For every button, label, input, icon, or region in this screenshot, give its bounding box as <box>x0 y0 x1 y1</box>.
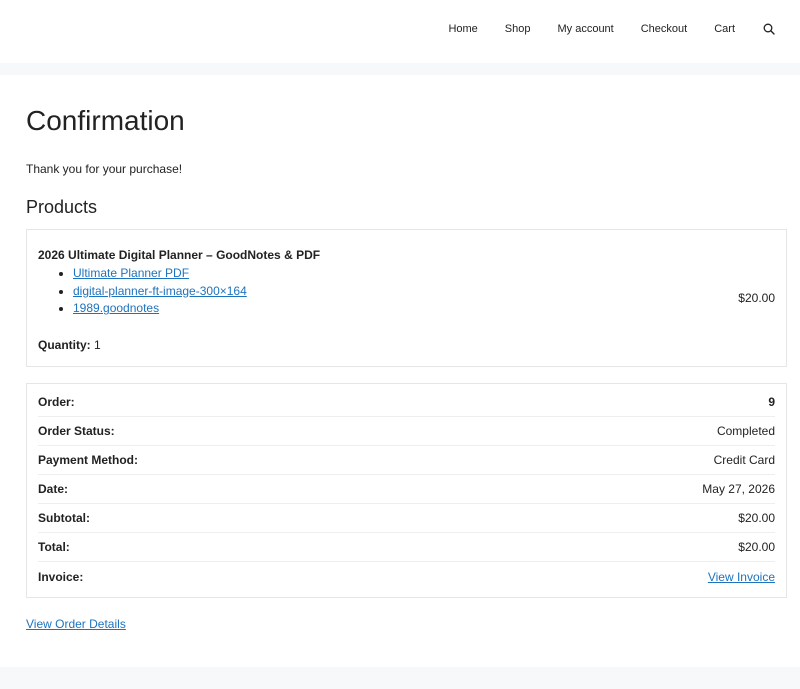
product-card: 2026 Ultimate Digital Planner – GoodNote… <box>26 229 787 367</box>
order-row-total: Total: $20.00 <box>38 533 775 562</box>
subtotal-value: $20.00 <box>738 511 775 525</box>
download-list: Ultimate Planner PDF digital-planner-ft-… <box>73 265 775 318</box>
nav-my-account-link[interactable]: My account <box>557 23 613 35</box>
order-row-payment: Payment Method: Credit Card <box>38 446 775 475</box>
download-item: 1989.goodnotes <box>73 300 775 318</box>
order-status-label: Order Status: <box>38 424 115 438</box>
order-row-subtotal: Subtotal: $20.00 <box>38 504 775 533</box>
order-label: Order: <box>38 395 75 409</box>
order-status-value: Completed <box>716 424 775 438</box>
nav-cart-link[interactable]: Cart <box>714 23 735 35</box>
search-icon[interactable] <box>762 22 776 36</box>
page-title: Confirmation <box>26 105 185 136</box>
download-item: digital-planner-ft-image-300×164 <box>73 283 775 301</box>
payment-method-value: Credit Card <box>713 453 775 467</box>
date-label: Date: <box>38 482 69 496</box>
order-row-date: Date: May 27, 2026 <box>38 475 775 504</box>
total-value: $20.00 <box>738 540 775 554</box>
thank-you-message: Thank you for your purchase! <box>26 162 183 176</box>
order-row-invoice: Invoice: View Invoice <box>38 562 775 591</box>
date-value: May 27, 2026 <box>702 482 775 496</box>
main-navigation: Home Shop My account Checkout Cart <box>421 0 776 57</box>
product-name: 2026 Ultimate Digital Planner – GoodNote… <box>38 248 321 262</box>
view-invoice-link[interactable]: View Invoice <box>708 570 775 584</box>
nav-home-link[interactable]: Home <box>448 23 477 35</box>
download-link-pdf[interactable]: Ultimate Planner PDF <box>73 266 189 280</box>
product-price: $20.00 <box>738 291 775 305</box>
products-heading: Products <box>26 197 98 217</box>
quantity-value: 1 <box>94 337 101 352</box>
order-row-status: Order Status: Completed <box>38 417 775 446</box>
site-header: Home Shop My account Checkout Cart <box>0 0 800 63</box>
quantity: Quantity: 1 <box>38 337 775 353</box>
view-order-details-link[interactable]: View Order Details <box>26 617 786 631</box>
download-item: Ultimate Planner PDF <box>73 265 775 283</box>
download-link-goodnotes[interactable]: 1989.goodnotes <box>73 301 159 315</box>
invoice-label: Invoice: <box>38 569 84 584</box>
nav-shop-link[interactable]: Shop <box>505 23 531 35</box>
download-link-image[interactable]: digital-planner-ft-image-300×164 <box>73 284 247 298</box>
total-label: Total: <box>38 540 70 554</box>
order-row-number: Order: 9 <box>38 388 775 417</box>
payment-method-label: Payment Method: <box>38 453 139 467</box>
nav-checkout-link[interactable]: Checkout <box>641 23 687 35</box>
subtotal-label: Subtotal: <box>38 511 90 525</box>
quantity-label: Quantity: <box>38 337 91 352</box>
order-number: 9 <box>768 395 775 409</box>
order-summary: Order: 9 Order Status: Completed Payment… <box>26 383 787 598</box>
main-content: Confirmation Thank you for your purchase… <box>0 75 800 667</box>
